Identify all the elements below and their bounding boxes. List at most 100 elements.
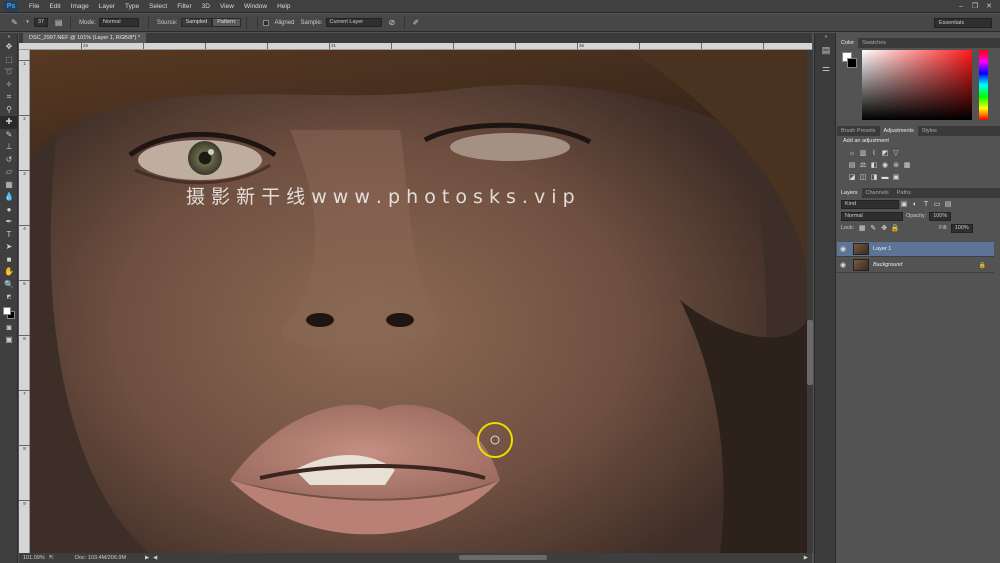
menu-window[interactable]: Window <box>239 0 272 13</box>
layer-row[interactable]: ◉ Background 🔒 <box>837 258 994 273</box>
filter-smart-icon[interactable]: ▤ <box>943 200 953 209</box>
doc-size[interactable]: Doc: 103.4M/206.9M <box>75 553 126 563</box>
pen-tool-icon[interactable]: ✒ <box>0 216 18 229</box>
ignore-adjustment-icon[interactable]: ⊘ <box>388 18 397 27</box>
filter-type-icon[interactable]: T <box>921 200 931 209</box>
menu-image[interactable]: Image <box>66 0 94 13</box>
marquee-tool-icon[interactable]: ⬚ <box>0 54 18 67</box>
dodge-tool-icon[interactable]: ● <box>0 204 18 217</box>
move-tool-icon[interactable]: ✥ <box>0 41 18 54</box>
exposure-icon[interactable]: ◩ <box>880 149 890 158</box>
lock-transparent-icon[interactable]: ▦ <box>857 224 867 233</box>
brush-tool-icon[interactable]: ✎ <box>0 129 18 142</box>
status-menu-arrow-icon[interactable]: ▶ <box>145 553 149 563</box>
properties-panel-icon[interactable]: ⚌ <box>815 59 837 77</box>
horizontal-scroll-thumb[interactable] <box>459 555 547 560</box>
menu-edit[interactable]: Edit <box>44 0 65 13</box>
color-lookup-icon[interactable]: ▦ <box>902 161 912 170</box>
tab-layers[interactable]: Layers <box>837 188 862 198</box>
filter-shape-icon[interactable]: ▭ <box>932 200 942 209</box>
zoom-tool-icon[interactable]: 🔍 <box>0 279 18 292</box>
posterize-icon[interactable]: ◫ <box>858 173 868 182</box>
kind-filter-select[interactable]: Kind <box>841 199 899 209</box>
scroll-right-icon[interactable]: ▶ <box>804 553 808 563</box>
document-tab[interactable]: DSC_2997.NEF @ 101% (Layer 1, RGB/8*) * <box>23 33 147 43</box>
invert-icon[interactable]: ◪ <box>847 173 857 182</box>
hue-slider[interactable] <box>979 50 988 120</box>
menu-layer[interactable]: Layer <box>94 0 120 13</box>
strip-collapse-icon[interactable]: « <box>815 33 837 41</box>
layer-row[interactable]: ◉ Layer 1 <box>837 242 994 257</box>
close-button[interactable]: ✕ <box>982 0 996 13</box>
vertical-scroll-thumb[interactable] <box>807 320 813 385</box>
quick-select-tool-icon[interactable]: ✧ <box>0 79 18 92</box>
gradient-map-icon[interactable]: ▬ <box>880 173 890 182</box>
type-tool-icon[interactable]: T <box>0 229 18 242</box>
tab-swatches[interactable]: Swatches <box>858 38 890 48</box>
collapse-icon[interactable]: » <box>0 33 18 41</box>
lock-all-icon[interactable]: 🔒 <box>890 224 900 233</box>
mode-select[interactable]: Normal <box>98 18 139 27</box>
color-balance-icon[interactable]: ⚖ <box>858 161 868 170</box>
eyedropper-tool-icon[interactable]: ⚲ <box>0 104 18 117</box>
fill-field[interactable]: 100% <box>950 223 973 233</box>
lock-position-icon[interactable]: ✥ <box>879 224 889 233</box>
screen-mode-icon[interactable]: ▣ <box>0 334 18 347</box>
opacity-field[interactable]: 100% <box>929 211 952 221</box>
menu-select[interactable]: Select <box>144 0 172 13</box>
black-white-icon[interactable]: ◧ <box>869 161 879 170</box>
blur-tool-icon[interactable]: 💧 <box>0 191 18 204</box>
brush-panel-icon[interactable]: ▤ <box>54 18 63 27</box>
lock-pixels-icon[interactable]: ✎ <box>868 224 878 233</box>
gradient-tool-icon[interactable]: ▦ <box>0 179 18 192</box>
eye-icon[interactable]: ◉ <box>837 261 849 269</box>
photo-filter-icon[interactable]: ◉ <box>880 161 890 170</box>
hand-tool-icon[interactable]: ✋ <box>0 266 18 279</box>
blend-mode-select[interactable]: Normal <box>841 211 903 221</box>
vertical-scrollbar[interactable] <box>807 50 813 553</box>
clone-stamp-tool-icon[interactable]: ⊥ <box>0 141 18 154</box>
eraser-tool-icon[interactable]: ▱ <box>0 166 18 179</box>
source-sampled-button[interactable]: Sampled <box>180 18 213 27</box>
tab-paths[interactable]: Paths <box>893 188 915 198</box>
shape-tool-icon[interactable]: ■ <box>0 254 18 267</box>
history-brush-tool-icon[interactable]: ↺ <box>0 154 18 167</box>
chevron-down-icon[interactable]: ▾ <box>23 18 32 27</box>
eye-icon[interactable]: ◉ <box>837 245 849 253</box>
tab-color[interactable]: Color <box>837 38 859 48</box>
healing-brush-tool-icon[interactable]: ✚ <box>0 116 18 129</box>
threshold-icon[interactable]: ◨ <box>869 173 879 182</box>
path-select-tool-icon[interactable]: ➤ <box>0 241 18 254</box>
menu-3d[interactable]: 3D <box>197 0 215 13</box>
tab-brush-presets[interactable]: Brush Presets <box>837 126 880 136</box>
default-colors-icon[interactable]: ◩ <box>0 291 18 304</box>
color-swatches[interactable] <box>0 304 18 322</box>
history-panel-icon[interactable]: ▤ <box>815 41 837 59</box>
brightness-icon[interactable]: ☼ <box>847 149 857 158</box>
status-export-icon[interactable]: ⇱ <box>49 553 54 563</box>
tab-channels[interactable]: Channels <box>862 188 893 198</box>
color-picker-field[interactable] <box>862 50 972 120</box>
menu-type[interactable]: Type <box>120 0 144 13</box>
brush-size-field[interactable]: 37 <box>34 18 49 27</box>
background-swatch[interactable] <box>847 58 857 68</box>
workspace-select[interactable]: Essentials <box>934 18 992 28</box>
quick-mask-icon[interactable]: ◙ <box>0 322 18 335</box>
menu-file[interactable]: File <box>24 0 44 13</box>
hue-saturation-icon[interactable]: ▤ <box>847 161 857 170</box>
scroll-left-icon[interactable]: ◀ <box>153 553 157 563</box>
vibrance-icon[interactable]: ▽ <box>891 149 901 158</box>
healing-brush-icon[interactable]: ✎ <box>10 18 19 27</box>
curves-icon[interactable]: ⌇ <box>869 149 879 158</box>
zoom-level[interactable]: 101.09% <box>23 553 45 563</box>
channel-mixer-icon[interactable]: ⊛ <box>891 161 901 170</box>
image-canvas[interactable]: 摄 影 新 干 线 w w w . p h o t o s k s . v i … <box>30 50 807 553</box>
filter-pixel-icon[interactable]: ▣ <box>899 200 909 209</box>
lasso-tool-icon[interactable]: ➰ <box>0 66 18 79</box>
crop-tool-icon[interactable]: ⌗ <box>0 91 18 104</box>
menu-view[interactable]: View <box>215 0 239 13</box>
levels-icon[interactable]: ▥ <box>858 149 868 158</box>
filter-adjustment-icon[interactable]: ◐ <box>910 200 920 209</box>
tab-styles[interactable]: Styles <box>918 126 941 136</box>
aligned-checkbox[interactable] <box>263 19 270 26</box>
